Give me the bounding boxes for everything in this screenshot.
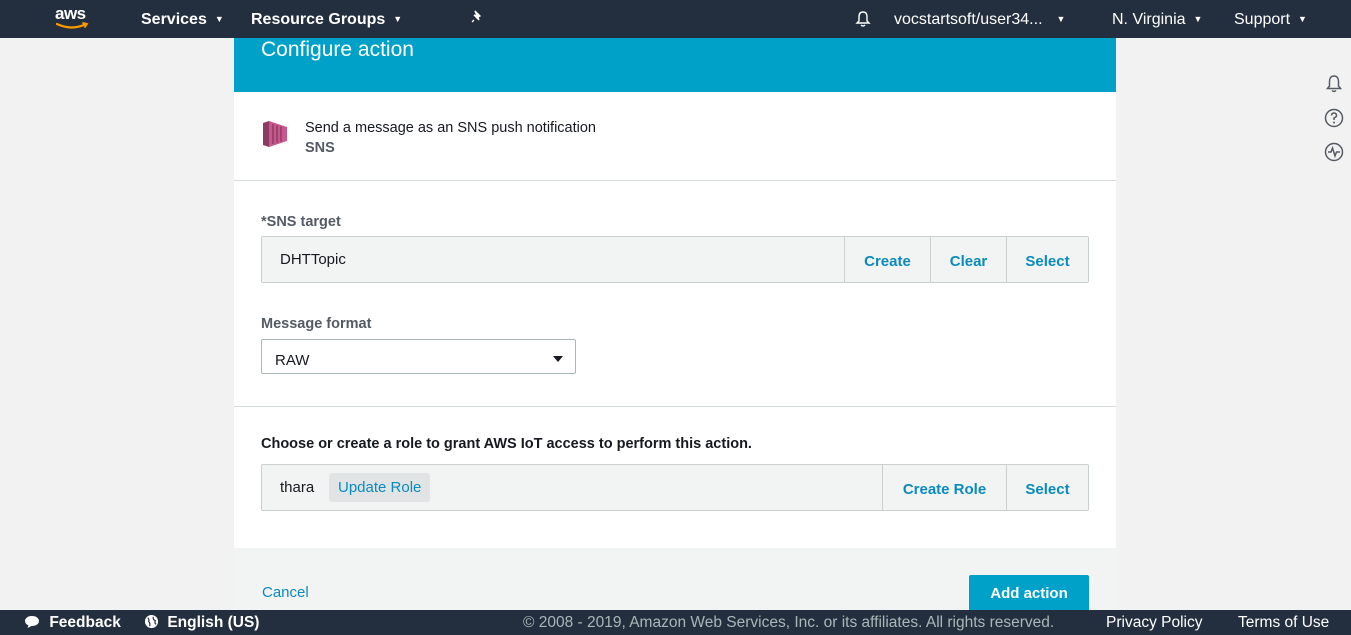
aws-logo-text: aws: [55, 4, 86, 23]
sns-icon: [260, 119, 290, 154]
language-selector[interactable]: English (US): [144, 610, 259, 635]
aws-logo[interactable]: aws: [54, 4, 94, 34]
cancel-link[interactable]: Cancel: [262, 584, 309, 601]
account-menu[interactable]: vocstartsoft/user34... ▼: [894, 0, 1065, 38]
account-label: vocstartsoft/user34...: [894, 11, 1043, 28]
select-label: Select: [1025, 253, 1070, 270]
chevron-down-icon: ▼: [1193, 14, 1203, 24]
services-label: Services: [141, 11, 207, 28]
sns-target-value: DHTTopic: [280, 251, 346, 268]
chevron-down-icon: ▼: [1298, 14, 1307, 24]
speech-bubble-icon: [25, 616, 39, 628]
role-value: thara: [280, 479, 315, 496]
help-icon[interactable]: [1324, 108, 1344, 128]
message-format-label: Message format: [261, 316, 372, 332]
resource-groups-menu[interactable]: Resource Groups ▼: [251, 0, 402, 38]
top-navigation-bar: aws Services ▼ Resource Groups ▼ vocstarts…: [0, 0, 1351, 38]
card-header: Configure action: [234, 38, 1116, 92]
role-field: thara Update Role Create Role Select: [261, 464, 1089, 511]
terms-of-use-link[interactable]: Terms of Use: [1238, 610, 1329, 635]
region-menu[interactable]: N. Virginia ▼: [1112, 0, 1202, 38]
activity-icon[interactable]: [1324, 142, 1344, 162]
create-label: Create: [864, 253, 911, 270]
select-role-label: Select: [1025, 481, 1070, 498]
action-description: Send a message as an SNS push notificati…: [305, 120, 596, 136]
message-format-select[interactable]: RAW: [261, 339, 576, 374]
copyright-text: © 2008 - 2019, Amazon Web Services, Inc.…: [523, 614, 1055, 631]
select-sns-target-button[interactable]: Select: [1006, 237, 1088, 282]
chevron-down-icon: ▼: [393, 14, 403, 24]
chevron-down-icon: ▼: [214, 14, 224, 24]
bell-icon[interactable]: [1324, 74, 1344, 94]
services-menu[interactable]: Services ▼: [141, 0, 224, 38]
chevron-down-icon: ▼: [1056, 14, 1066, 24]
feedback-label: Feedback: [49, 614, 121, 631]
sns-target-label: *SNS target: [261, 214, 341, 230]
sns-target-field: DHTTopic Create Clear Select: [261, 236, 1089, 283]
feedback-link[interactable]: Feedback: [24, 610, 121, 635]
create-role-label: Create Role: [902, 481, 987, 498]
action-service-name: SNS: [305, 140, 335, 156]
add-action-button[interactable]: Add action: [969, 575, 1089, 610]
aws-smile-icon: [56, 22, 89, 29]
privacy-policy-link[interactable]: Privacy Policy: [1106, 610, 1202, 635]
section-divider: [234, 406, 1116, 407]
configure-action-card: Configure action Send a message as an SN…: [234, 38, 1116, 610]
support-label: Support: [1234, 11, 1291, 28]
role-label: Choose or create a role to grant AWS IoT…: [261, 436, 752, 452]
support-menu[interactable]: Support ▼: [1234, 0, 1307, 38]
update-role-button[interactable]: Update Role: [329, 473, 431, 502]
selected-action-summary: Send a message as an SNS push notificati…: [234, 92, 1116, 181]
clear-sns-target-button[interactable]: Clear: [930, 237, 1006, 282]
page-title: Configure action: [261, 38, 414, 61]
dropdown-arrow-icon: [553, 356, 563, 362]
language-label: English (US): [167, 614, 260, 631]
bottom-bar: Feedback English (US) © 2008 - 2019, Ama…: [0, 610, 1351, 635]
region-label: N. Virginia: [1112, 11, 1186, 28]
create-role-button[interactable]: Create Role: [882, 465, 1006, 510]
create-sns-target-button[interactable]: Create: [844, 237, 930, 282]
clear-label: Clear: [949, 253, 988, 270]
resource-groups-label: Resource Groups: [251, 11, 386, 28]
globe-icon: [144, 614, 159, 629]
pin-icon[interactable]: [470, 10, 484, 27]
bell-icon[interactable]: [855, 10, 871, 33]
select-role-button[interactable]: Select: [1006, 465, 1088, 510]
message-format-value: RAW: [275, 352, 310, 369]
